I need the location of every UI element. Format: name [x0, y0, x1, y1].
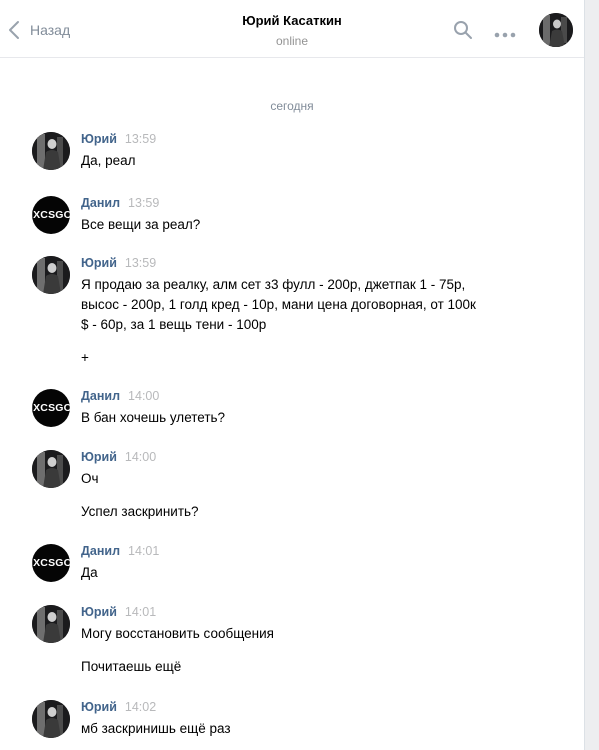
message-meta: Данил 14:01	[81, 544, 159, 560]
message-avatar[interactable]	[32, 132, 70, 170]
message-body: В бан хочешь улететь?	[81, 408, 511, 428]
message-paragraph: Успел заскринить?	[81, 502, 511, 522]
message-text: Все вещи за реал?	[81, 217, 201, 232]
message-meta: Юрий 14:01	[81, 605, 156, 621]
message-avatar[interactable]	[32, 450, 70, 488]
message-paragraph: Все вещи за реал?	[81, 215, 511, 235]
message-text: +	[81, 350, 89, 365]
message-author[interactable]: Юрий	[81, 450, 117, 464]
message-avatar[interactable]	[32, 256, 70, 294]
message-body: Все вещи за реал?	[81, 215, 511, 235]
message-author[interactable]: Данил	[81, 389, 120, 403]
message-time[interactable]: 13:59	[125, 256, 156, 270]
message-time[interactable]: 14:01	[128, 544, 159, 558]
message-time[interactable]: 14:02	[125, 700, 156, 714]
avatar-text: IXCSGO	[32, 557, 70, 569]
message-author[interactable]: Юрий	[81, 132, 117, 146]
message-meta: Юрий 13:59	[81, 132, 156, 148]
message-avatar[interactable]	[32, 605, 70, 643]
chat-panel: Назад Юрий Касаткин online сегодня Юрий …	[0, 0, 585, 750]
message-time[interactable]: 13:59	[125, 132, 156, 146]
message-avatar[interactable]: IXCSGO	[32, 544, 70, 582]
search-icon[interactable]	[453, 20, 473, 45]
message-time[interactable]: 14:00	[128, 389, 159, 403]
message-body: Да, реал	[81, 151, 511, 171]
message-body: Да	[81, 563, 511, 583]
message-body: мб заскринишь ещё раз	[81, 719, 511, 739]
message-text: Успел заскринить?	[81, 504, 199, 519]
message-body: Могу восстановить сообщения Почитаешь ещё	[81, 624, 511, 677]
message-paragraph: Да, реал	[81, 151, 511, 171]
chat-header: Назад Юрий Касаткин online	[0, 0, 584, 58]
message-text: мб заскринишь ещё раз	[81, 721, 231, 736]
message-meta: Данил 13:59	[81, 196, 159, 212]
message-meta: Юрий 14:00	[81, 450, 156, 466]
date-separator: сегодня	[270, 99, 314, 113]
message-paragraph: мб заскринишь ещё раз	[81, 719, 511, 739]
message-text: Почитаешь ещё	[81, 659, 182, 674]
message-text: Да, реал	[81, 153, 136, 168]
message-paragraph: Да	[81, 563, 511, 583]
more-dots-icon[interactable]	[494, 26, 518, 44]
message-time[interactable]: 14:00	[125, 450, 156, 464]
message-author[interactable]: Юрий	[81, 605, 117, 619]
message-meta: Данил 14:00	[81, 389, 159, 405]
message-text: Я продаю за реалку, алм сет з3 фулл - 20…	[81, 277, 466, 292]
message-meta: Юрий 13:59	[81, 256, 156, 272]
message-avatar[interactable]: IXCSGO	[32, 196, 70, 234]
peer-avatar[interactable]	[539, 13, 573, 47]
message-author[interactable]: Данил	[81, 196, 120, 210]
message-paragraph: Я продаю за реалку, алм сет з3 фулл - 20…	[81, 275, 511, 335]
message-meta: Юрий 14:02	[81, 700, 156, 716]
message-paragraph: Оч	[81, 469, 511, 489]
message-body: Оч Успел заскринить?	[81, 469, 511, 522]
avatar-text: IXCSGO	[32, 402, 70, 414]
message-author[interactable]: Юрий	[81, 256, 117, 270]
message-text: Оч	[81, 471, 99, 486]
message-text: Да	[81, 565, 98, 580]
message-paragraph: +	[81, 348, 511, 368]
message-time[interactable]: 14:01	[125, 605, 156, 619]
message-text: Могу восстановить сообщения	[81, 626, 274, 641]
message-body: Я продаю за реалку, алм сет з3 фулл - 20…	[81, 275, 511, 368]
message-avatar[interactable]: IXCSGO	[32, 389, 70, 427]
message-text: В бан хочешь улететь?	[81, 410, 226, 425]
message-author[interactable]: Юрий	[81, 700, 117, 714]
message-paragraph: Почитаешь ещё	[81, 657, 511, 677]
message-paragraph: Могу восстановить сообщения	[81, 624, 511, 644]
message-text: $ - 60р, за 1 вещь тени - 100р	[81, 317, 267, 332]
message-paragraph: В бан хочешь улететь?	[81, 408, 511, 428]
message-time[interactable]: 13:59	[128, 196, 159, 210]
message-avatar[interactable]	[32, 700, 70, 738]
avatar-text: IXCSGO	[32, 209, 70, 221]
message-author[interactable]: Данил	[81, 544, 120, 558]
message-text: высос - 200р, 1 голд кред - 10р, мани це…	[81, 297, 476, 312]
